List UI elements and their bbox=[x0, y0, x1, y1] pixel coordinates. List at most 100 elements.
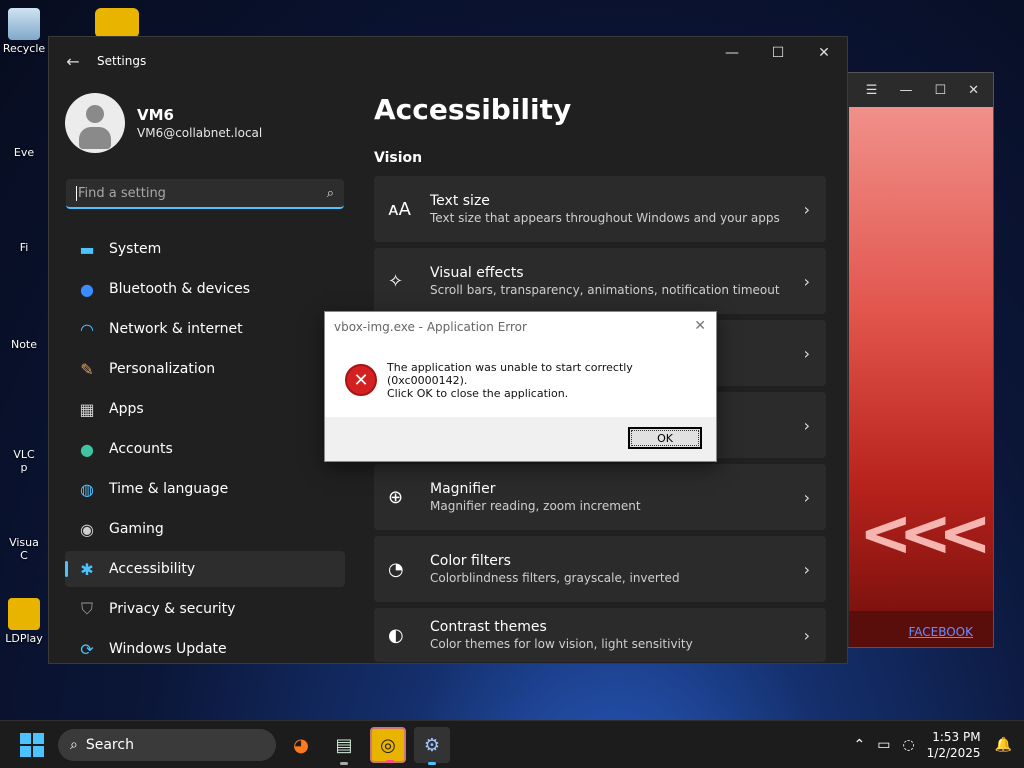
setting-card-contrast-themes[interactable]: ◐ Contrast themes Color themes for low v… bbox=[374, 608, 826, 662]
card-title: Contrast themes bbox=[430, 619, 547, 635]
volume-icon[interactable]: ◌ bbox=[902, 737, 914, 753]
card-subtitle: Scroll bars, transparency, animations, n… bbox=[430, 283, 780, 297]
contrast-icon: ◐ bbox=[388, 624, 404, 646]
section-heading-vision: Vision bbox=[374, 150, 423, 166]
user-email: VM6@collabnet.local bbox=[137, 126, 263, 140]
card-subtitle: Colorblindness filters, grayscale, inver… bbox=[430, 571, 680, 585]
sidebar-item-label: Accounts bbox=[109, 441, 173, 457]
sidebar-item-system[interactable]: ▬ System bbox=[65, 231, 345, 267]
setting-card-text-size[interactable]: ᴀA Text size Text size that appears thro… bbox=[374, 176, 826, 242]
sidebar-item-label: System bbox=[109, 241, 162, 257]
chevron-right-icon: › bbox=[803, 271, 810, 291]
sidebar-item-label: Apps bbox=[109, 401, 144, 417]
window-controls: — ☐ ✕ bbox=[709, 37, 847, 69]
sidebar-item-time-language[interactable]: ◍ Time & language bbox=[65, 471, 345, 507]
sidebar-item-network[interactable]: ◠ Network & internet bbox=[65, 311, 345, 347]
chevron-right-icon: › bbox=[803, 343, 810, 363]
desktop-icon-label: Visua C bbox=[9, 536, 39, 562]
close-button[interactable]: ✕ bbox=[801, 37, 847, 69]
dialog-message-line2: Click OK to close the application. bbox=[387, 386, 569, 400]
chevron-right-icon: › bbox=[803, 415, 810, 435]
sparkle-icon: ✧ bbox=[388, 270, 404, 292]
taskbar: ⌕ Search ◕ ▤ ◎ ⚙ ⌃ ▭ ◌ 1:53 PM 1/2/2025 … bbox=[0, 720, 1024, 768]
sidebar-item-label: Time & language bbox=[109, 481, 229, 497]
sidebar-item-gaming[interactable]: ◉ Gaming bbox=[65, 511, 345, 547]
desktop-icon-firefox[interactable]: Fi bbox=[0, 215, 48, 254]
maximize-icon[interactable]: ☐ bbox=[934, 83, 946, 98]
desktop-icon-recycle-bin[interactable]: Recycle bbox=[0, 8, 48, 55]
wifi-icon: ◠ bbox=[80, 319, 94, 339]
chevron-right-icon: › bbox=[803, 559, 810, 579]
firefox-icon[interactable]: ◕ bbox=[283, 727, 319, 763]
setting-card-color-filters[interactable]: ◔ Color filters Colorblindness filters, … bbox=[374, 536, 826, 602]
chevron-right-icon: › bbox=[803, 199, 810, 219]
sidebar-item-label: Windows Update bbox=[109, 641, 227, 657]
desktop-icon-visual-studio[interactable]: Visua C bbox=[0, 510, 48, 562]
user-name: VM6 bbox=[137, 106, 174, 124]
clock-time: 1:53 PM bbox=[932, 730, 981, 744]
sidebar-item-label: Personalization bbox=[109, 361, 216, 377]
settings-gear-icon[interactable]: ⚙ bbox=[414, 727, 450, 765]
taskbar-search-label: Search bbox=[85, 737, 134, 753]
dialog-footer: OK bbox=[325, 417, 716, 461]
setting-card-magnifier[interactable]: ⊕ Magnifier Magnifier reading, zoom incr… bbox=[374, 464, 826, 530]
sidebar-item-privacy-security[interactable]: ⛉ Privacy & security bbox=[65, 591, 345, 627]
maximize-button[interactable]: ☐ bbox=[755, 37, 801, 69]
close-icon[interactable]: ✕ bbox=[968, 83, 979, 98]
card-title: Visual effects bbox=[430, 265, 524, 281]
desktop-icon-notepad[interactable]: Note bbox=[0, 310, 48, 351]
search-input[interactable]: Find a setting ⌕ bbox=[66, 179, 344, 209]
desktop-icon-ldplayer-top[interactable] bbox=[95, 8, 139, 38]
clock[interactable]: 1:53 PM 1/2/2025 bbox=[927, 729, 981, 761]
error-icon: ✕ bbox=[345, 364, 377, 396]
notepad-icon[interactable]: ▤ bbox=[326, 727, 362, 765]
ldplayer-icon bbox=[8, 598, 40, 630]
taskbar-search[interactable]: ⌕ Search bbox=[58, 729, 276, 761]
network-icon[interactable]: ▭ bbox=[877, 737, 890, 753]
facebook-link[interactable]: FACEBOOK bbox=[908, 625, 973, 639]
chevron-up-icon[interactable]: ⌃ bbox=[853, 737, 865, 753]
minimize-icon[interactable]: — bbox=[899, 83, 912, 98]
magnifier-icon: ⊕ bbox=[388, 486, 404, 508]
hamburger-icon[interactable]: ☰ bbox=[866, 83, 878, 98]
avatar bbox=[65, 93, 125, 153]
sidebar-item-label: Network & internet bbox=[109, 321, 243, 337]
sidebar-item-bluetooth[interactable]: ● Bluetooth & devices bbox=[65, 271, 345, 307]
window-title: Settings bbox=[97, 54, 147, 68]
background-app-banner: <<< bbox=[849, 107, 993, 613]
search-icon: ⌕ bbox=[326, 185, 334, 201]
desktop-icon-ldplayer[interactable]: LDPlay bbox=[0, 598, 48, 645]
sidebar-item-accessibility[interactable]: ✱ Accessibility bbox=[65, 551, 345, 587]
desktop-icon-vlc[interactable]: VLC p bbox=[0, 430, 48, 474]
user-profile[interactable]: VM6 VM6@collabnet.local bbox=[65, 93, 262, 153]
notification-bell-icon[interactable]: 🔔 bbox=[995, 737, 1012, 753]
desktop-icon-label: Recycle bbox=[2, 42, 46, 55]
system-tray: ⌃ ▭ ◌ 1:53 PM 1/2/2025 🔔 bbox=[853, 721, 1024, 768]
desktop-icon-label: Fi bbox=[19, 241, 29, 254]
card-title: Color filters bbox=[430, 553, 511, 569]
back-arrow-icon[interactable]: ← bbox=[49, 52, 97, 71]
error-dialog: vbox-img.exe - Application Error ✕ ✕ The… bbox=[324, 311, 717, 462]
apps-icon: ▦ bbox=[79, 399, 95, 419]
background-app-footer: FACEBOOK bbox=[849, 611, 993, 647]
minimize-button[interactable]: — bbox=[709, 37, 755, 69]
clock-date: 1/2/2025 bbox=[926, 746, 981, 760]
palette-icon: ◔ bbox=[388, 558, 404, 580]
sidebar-item-windows-update[interactable]: ⟳ Windows Update bbox=[65, 631, 345, 667]
desktop-icon-eve[interactable]: Eve bbox=[0, 120, 48, 159]
ldplayer-icon[interactable]: ◎ bbox=[370, 727, 406, 763]
sidebar-item-personalization[interactable]: ✎ Personalization bbox=[65, 351, 345, 387]
background-app-window[interactable]: ☰ — ☐ ✕ <<< FACEBOOK bbox=[830, 72, 994, 648]
card-subtitle: Color themes for low vision, light sensi… bbox=[430, 637, 693, 651]
ok-button[interactable]: OK bbox=[628, 427, 702, 449]
close-icon[interactable]: ✕ bbox=[694, 318, 706, 334]
dialog-titlebar: vbox-img.exe - Application Error ✕ bbox=[325, 312, 716, 342]
background-app-titlebar: ☰ — ☐ ✕ bbox=[831, 73, 993, 107]
setting-card-visual-effects[interactable]: ✧ Visual effects Scroll bars, transparen… bbox=[374, 248, 826, 314]
chevron-right-icon: › bbox=[803, 487, 810, 507]
desktop-icon-label: Note bbox=[10, 338, 38, 351]
search-icon: ⌕ bbox=[70, 737, 78, 753]
windows-start-icon[interactable] bbox=[20, 733, 44, 757]
sidebar-item-accounts[interactable]: ● Accounts bbox=[65, 431, 345, 467]
sidebar-item-apps[interactable]: ▦ Apps bbox=[65, 391, 345, 427]
